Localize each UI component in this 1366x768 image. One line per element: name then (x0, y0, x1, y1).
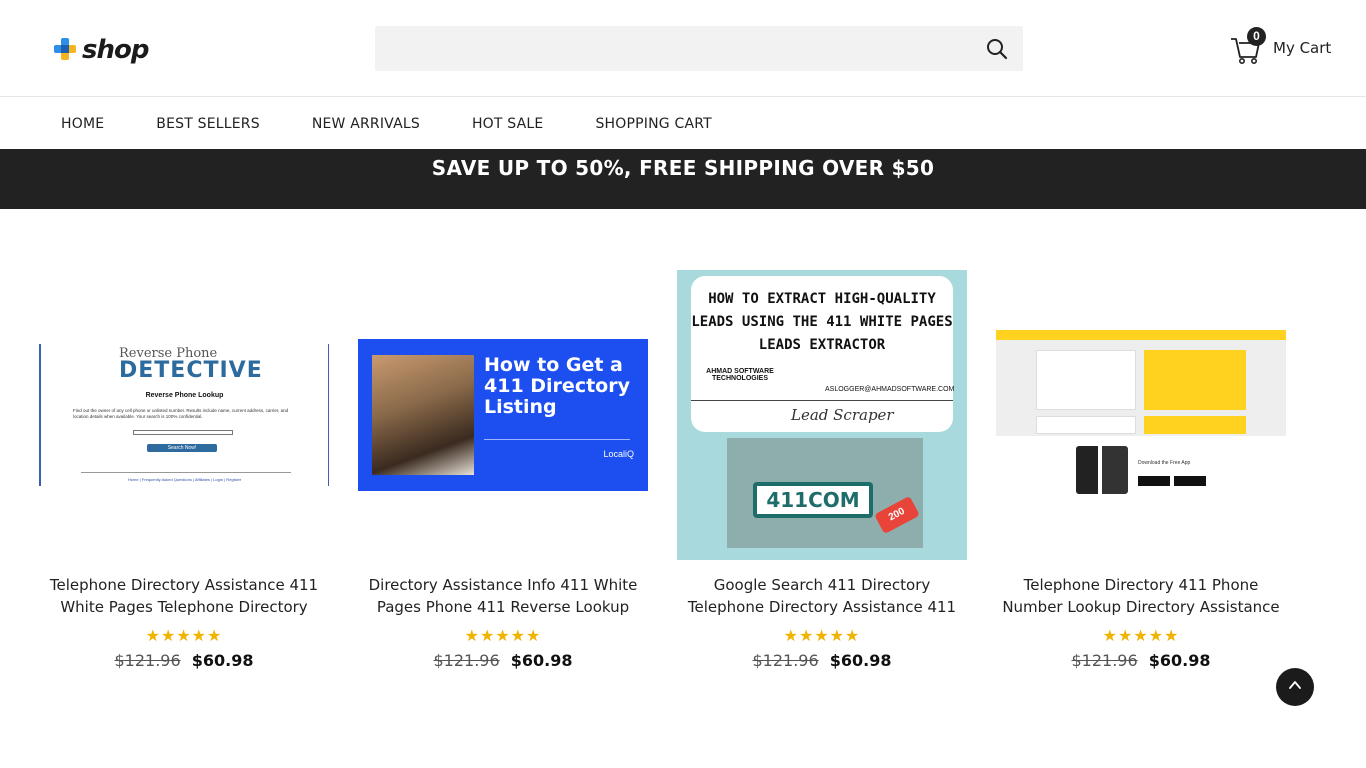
product-price: $121.96 $60.98 (677, 651, 967, 670)
image-text: LocaliQ (603, 449, 634, 459)
product-title[interactable]: Directory Assistance Info 411 White Page… (358, 574, 648, 618)
old-price: $121.96 (114, 651, 181, 670)
image-input (133, 430, 233, 435)
sale-price: $60.98 (829, 651, 892, 670)
image-text: DETECTIVE (119, 358, 263, 383)
cart-button[interactable]: 0 My Cart (1230, 27, 1340, 66)
product-title[interactable]: Telephone Directory Assistance 411 White… (39, 574, 329, 618)
image-box (1144, 416, 1246, 434)
product-card[interactable]: How to Get a 411 Directory Listing Local… (358, 270, 648, 680)
logo-text: shop (82, 35, 149, 65)
image-bar (996, 330, 1286, 340)
nav-item-hot-sale[interactable]: HOT SALE (472, 116, 544, 132)
product-image[interactable]: HOW TO EXTRACT HIGH-QUALITY LEADS USING … (677, 270, 967, 560)
old-price: $121.96 (433, 651, 500, 670)
nav-item-best-sellers[interactable]: BEST SELLERS (156, 116, 260, 132)
nav-item-new-arrivals[interactable]: NEW ARRIVALS (312, 116, 420, 132)
image-text: AHMAD SOFTWARE TECHNOLOGIES (706, 368, 774, 382)
cart-icon: 0 (1230, 27, 1266, 65)
search-bar (375, 26, 1023, 71)
product-price: $121.96 $60.98 (996, 651, 1286, 670)
image-text: 411COM (757, 486, 869, 514)
nav-item-home[interactable]: HOME (61, 116, 104, 132)
image-text: Download the Free App (1138, 460, 1191, 466)
logo-icon (52, 36, 80, 64)
rating-stars: ★★★★★ (1102, 628, 1180, 645)
image-panel (996, 340, 1286, 436)
product-card[interactable]: Download the Free App Telephone Director… (996, 270, 1286, 680)
image-text: Search Now! (147, 444, 217, 452)
image-text: Find out the owner of any cell phone or … (73, 408, 289, 419)
image-text: Reverse Phone Lookup (145, 392, 224, 399)
image-divider (484, 439, 630, 440)
site-header: shop 0 My Cart (0, 0, 1366, 97)
product-image-content: Reverse Phone DETECTIVE Reverse Phone Lo… (39, 344, 329, 486)
old-price: $121.96 (1071, 651, 1138, 670)
image-text: How to Get a 411 Directory Listing (484, 354, 630, 418)
product-image-content: Download the Free App (996, 330, 1286, 500)
nav-item-shopping-cart[interactable]: SHOPPING CART (595, 116, 711, 132)
back-to-top-button[interactable] (1276, 668, 1314, 706)
product-grid: Reverse Phone DETECTIVE Reverse Phone Lo… (0, 270, 1366, 690)
sale-price: $60.98 (510, 651, 573, 670)
image-text: Home | Frequently Asked Questions | Affi… (127, 477, 242, 482)
image-text: Lead Scraper (791, 406, 894, 424)
product-price: $121.96 $60.98 (39, 651, 329, 670)
image-divider (691, 400, 953, 401)
product-image[interactable]: How to Get a 411 Directory Listing Local… (358, 270, 648, 560)
product-card[interactable]: HOW TO EXTRACT HIGH-QUALITY LEADS USING … (677, 270, 967, 680)
cart-count-badge: 0 (1247, 27, 1266, 46)
image-text: ASLOGGER@AHMADSOFTWARE.COM (825, 386, 955, 393)
product-title[interactable]: Telephone Directory 411 Phone Number Loo… (996, 574, 1286, 618)
rating-stars: ★★★★★ (783, 628, 861, 645)
search-icon[interactable] (985, 37, 1009, 61)
image-box (1144, 350, 1246, 410)
logo[interactable]: shop (52, 34, 149, 66)
old-price: $121.96 (752, 651, 819, 670)
image-panel: HOW TO EXTRACT HIGH-QUALITY LEADS USING … (691, 276, 955, 432)
promo-banner: SAVE UP TO 50%, FREE SHIPPING OVER $50 (0, 149, 1366, 209)
image-text: HOW TO EXTRACT HIGH-QUALITY LEADS USING … (691, 291, 953, 353)
image-box (1036, 350, 1136, 410)
rating-stars: ★★★★★ (145, 628, 223, 645)
product-card[interactable]: Reverse Phone DETECTIVE Reverse Phone Lo… (39, 270, 329, 680)
product-image-content: How to Get a 411 Directory Listing Local… (358, 339, 648, 491)
main-nav: HOME BEST SELLERS NEW ARRIVALS HOT SALE … (0, 98, 1366, 149)
product-title[interactable]: Google Search 411 Directory Telephone Di… (677, 574, 967, 618)
image-photo (372, 355, 474, 475)
rating-stars: ★★★★★ (464, 628, 542, 645)
image-phones (1076, 446, 1128, 494)
image-box (1036, 416, 1136, 434)
image-panel: 411COM 200 (727, 438, 923, 548)
product-image[interactable]: Reverse Phone DETECTIVE Reverse Phone Lo… (39, 270, 329, 560)
image-divider (81, 472, 291, 473)
product-price: $121.96 $60.98 (358, 651, 648, 670)
image-store-badges (1138, 476, 1206, 486)
arrow-up-icon (1288, 678, 1302, 697)
sale-price: $60.98 (1148, 651, 1211, 670)
cart-label: My Cart (1273, 39, 1332, 57)
image-text: 200 (874, 495, 920, 535)
product-image[interactable]: Download the Free App (996, 270, 1286, 560)
search-input[interactable] (375, 26, 965, 71)
sale-price: $60.98 (191, 651, 254, 670)
product-image-content: HOW TO EXTRACT HIGH-QUALITY LEADS USING … (677, 270, 967, 560)
